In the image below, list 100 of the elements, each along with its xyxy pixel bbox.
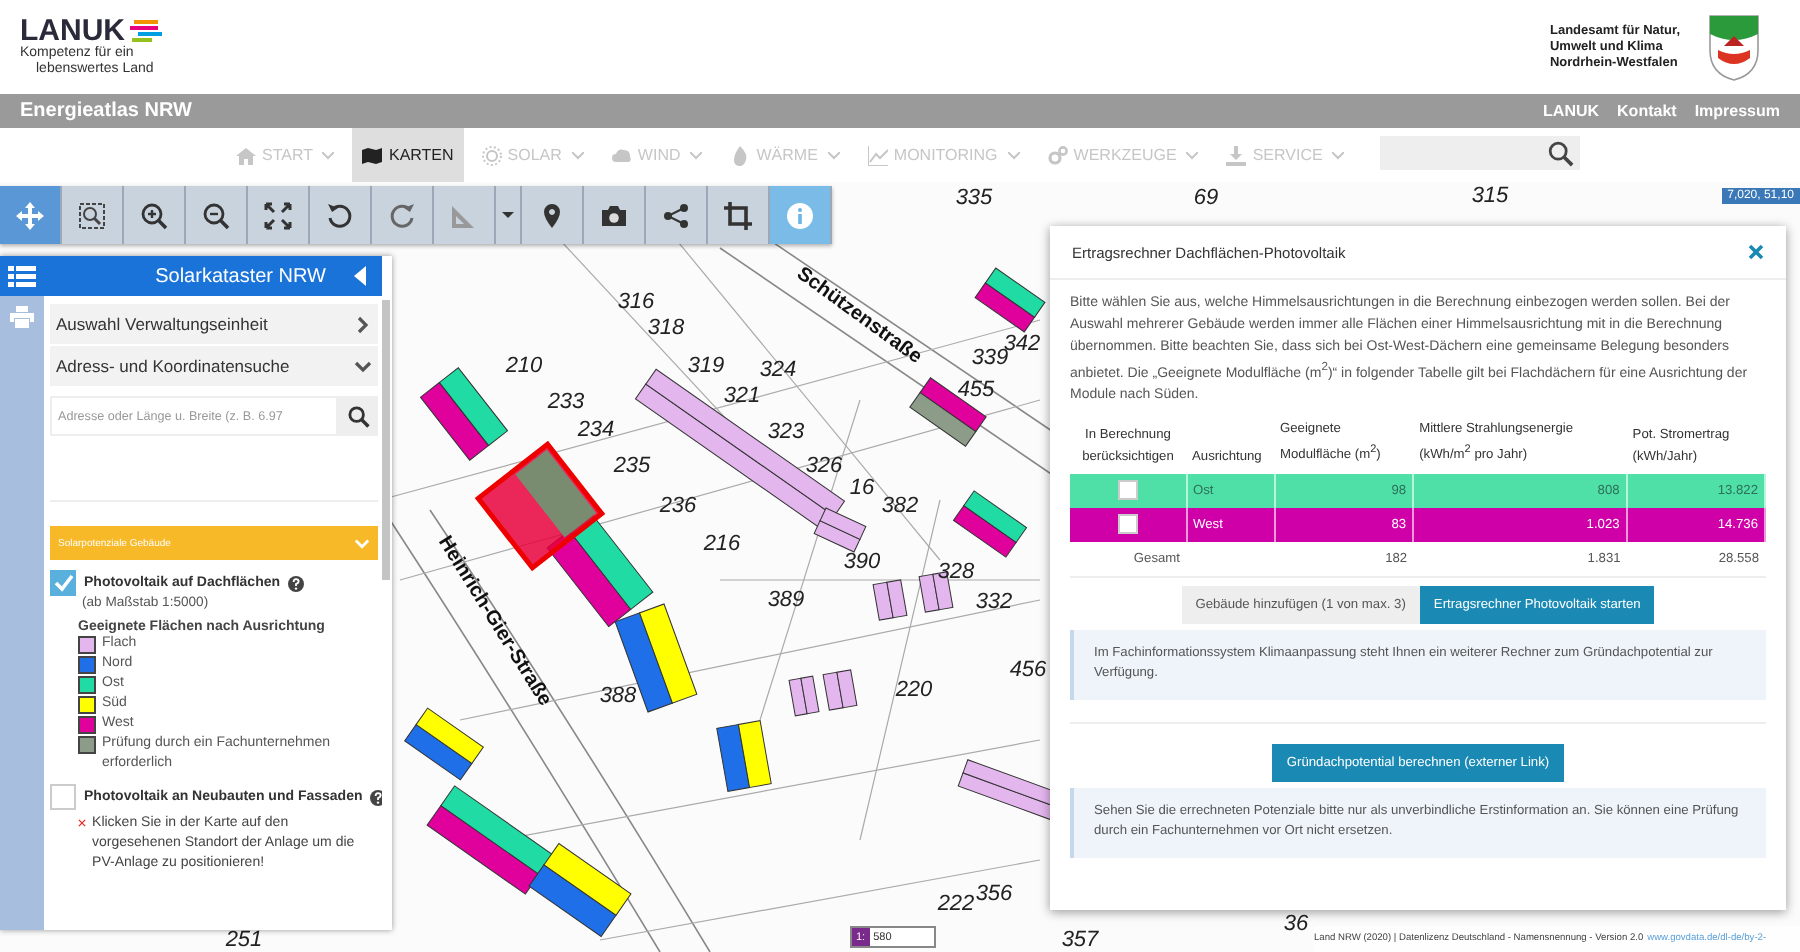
building[interactable] bbox=[716, 720, 772, 792]
parcel-number: 233 bbox=[547, 390, 585, 414]
parcel-number: 455 bbox=[957, 378, 995, 402]
parcel-number: 69 bbox=[1193, 186, 1219, 210]
layer-checkbox[interactable] bbox=[50, 784, 76, 810]
building[interactable] bbox=[404, 707, 484, 781]
building[interactable] bbox=[788, 675, 820, 717]
nav-tab[interactable]: WIND bbox=[601, 128, 713, 182]
search-icon bbox=[1548, 139, 1574, 167]
sun-icon bbox=[481, 145, 502, 165]
parcel-number: 235 bbox=[613, 454, 651, 478]
share-button[interactable] bbox=[646, 186, 708, 244]
zoom-in-icon bbox=[140, 201, 168, 229]
chart-icon bbox=[867, 145, 888, 165]
nav-tab[interactable]: START bbox=[226, 128, 345, 182]
header-link[interactable]: LANUK bbox=[1543, 102, 1600, 120]
marker-tool[interactable] bbox=[522, 186, 584, 244]
close-icon[interactable] bbox=[1748, 244, 1764, 260]
redo-icon bbox=[388, 201, 416, 229]
layer-checkbox[interactable] bbox=[50, 570, 76, 596]
parcel-number: 389 bbox=[767, 588, 805, 612]
parcel-number: 335 bbox=[955, 186, 993, 210]
zoom-box-icon bbox=[78, 201, 106, 229]
parcel-number: 326 bbox=[805, 454, 843, 478]
search-icon bbox=[347, 405, 369, 427]
undo-button[interactable] bbox=[310, 186, 372, 244]
parcel-number: 236 bbox=[659, 494, 697, 518]
crop-icon bbox=[724, 201, 752, 229]
nav-tab[interactable]: SOLAR bbox=[471, 128, 594, 182]
nav-tab[interactable]: MONITORING bbox=[857, 128, 1030, 182]
list-icon bbox=[8, 265, 36, 287]
download-icon bbox=[1226, 145, 1247, 165]
zoom-in-button[interactable] bbox=[124, 186, 186, 244]
building[interactable] bbox=[528, 842, 632, 938]
nav-tab[interactable]: SERVICE bbox=[1216, 128, 1355, 182]
building[interactable] bbox=[952, 490, 1028, 558]
parcel-number: 328 bbox=[937, 560, 975, 584]
header-link[interactable]: Kontakt bbox=[1617, 102, 1677, 120]
accordion-header[interactable]: Adress- und Koordinatensuche bbox=[50, 346, 378, 386]
help-icon[interactable] bbox=[288, 575, 305, 591]
collapse-icon[interactable] bbox=[354, 266, 366, 286]
logo-text: LANUK bbox=[20, 16, 125, 46]
row-checkbox[interactable] bbox=[1117, 514, 1138, 535]
search-button[interactable] bbox=[338, 396, 378, 436]
nav-tab[interactable]: WÄRME bbox=[720, 128, 850, 182]
parcel-number: 216 bbox=[703, 532, 741, 556]
printer-icon bbox=[10, 305, 34, 327]
nav-tab[interactable]: KARTEN bbox=[352, 128, 464, 182]
info-icon bbox=[786, 201, 814, 229]
scrollbar-thumb[interactable] bbox=[382, 300, 390, 580]
zoom-out-button[interactable] bbox=[186, 186, 248, 244]
building[interactable] bbox=[426, 785, 554, 895]
move-tool[interactable] bbox=[0, 186, 62, 244]
accordion-header[interactable]: Auswahl Verwaltungseinheit bbox=[50, 304, 378, 344]
move-icon bbox=[16, 201, 44, 229]
crop-tool[interactable] bbox=[708, 186, 770, 244]
building[interactable] bbox=[813, 507, 867, 553]
search-field[interactable] bbox=[1380, 136, 1580, 170]
layer-list-button[interactable] bbox=[0, 256, 44, 296]
share-icon bbox=[662, 201, 690, 229]
parcel-number: 324 bbox=[759, 358, 797, 382]
redo-button[interactable] bbox=[372, 186, 434, 244]
parcel-number: 390 bbox=[843, 550, 881, 574]
cross-icon bbox=[78, 814, 87, 832]
flame-icon bbox=[730, 145, 751, 165]
parcel-number: 339 bbox=[971, 346, 1009, 370]
header-link[interactable]: Impressum bbox=[1694, 102, 1780, 120]
map-icon bbox=[362, 145, 383, 165]
camera-icon bbox=[600, 201, 628, 229]
parcel-number: 382 bbox=[881, 494, 919, 518]
building[interactable] bbox=[872, 579, 908, 621]
pin-icon bbox=[538, 201, 566, 229]
parcel-number: 388 bbox=[599, 684, 637, 708]
building[interactable] bbox=[974, 267, 1046, 333]
parcel-number: 234 bbox=[577, 418, 615, 442]
parcel-number: 357 bbox=[1061, 928, 1099, 952]
home-icon bbox=[236, 145, 256, 165]
expand-icon bbox=[264, 201, 292, 229]
parcel-number: 220 bbox=[895, 678, 933, 702]
parcel-number: 210 bbox=[505, 354, 543, 378]
parcel-number: 356 bbox=[975, 882, 1013, 906]
row-checkbox[interactable] bbox=[1117, 480, 1138, 501]
building[interactable] bbox=[419, 367, 509, 461]
parcel-number: 36 bbox=[1283, 912, 1309, 936]
gears-icon bbox=[1047, 145, 1068, 165]
parcel-number: 16 bbox=[849, 476, 875, 500]
parcel-number: 323 bbox=[767, 420, 805, 444]
nav-tab[interactable]: WERKZEUGE bbox=[1037, 128, 1209, 182]
full-extent-button[interactable] bbox=[248, 186, 310, 244]
zoom-out-icon bbox=[202, 201, 230, 229]
cloud-icon bbox=[611, 145, 632, 165]
screenshot-button[interactable] bbox=[584, 186, 646, 244]
parcel-number: 315 bbox=[1471, 184, 1509, 208]
zoom-box-tool[interactable] bbox=[62, 186, 124, 244]
parcel-number: 316 bbox=[617, 290, 655, 314]
site-title: Energieatlas NRW bbox=[20, 100, 192, 122]
parcel-number: 332 bbox=[975, 590, 1013, 614]
parcel-number: 222 bbox=[937, 892, 975, 916]
building[interactable] bbox=[822, 669, 858, 711]
parcel-number: 318 bbox=[647, 316, 685, 340]
